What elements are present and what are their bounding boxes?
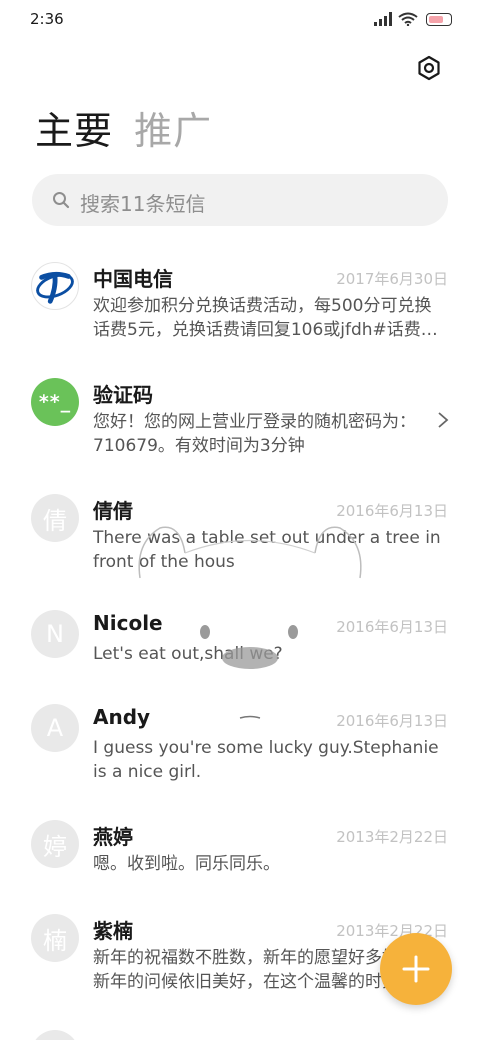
message-preview: 您好！您的网上营业厅登录的随机密码为：710679。有效时间为3分钟 <box>93 412 416 456</box>
message-item-partial[interactable] <box>0 1026 480 1040</box>
status-bar: 2:36 <box>0 0 480 40</box>
message-preview: I guess you're some lucky guy.Stephanie … <box>93 738 439 782</box>
message-preview: 欢迎参加积分兑换话费活动，每500分可兑换话费5元，兑换话费请回复106或jfd… <box>93 296 436 340</box>
china-telecom-logo-icon <box>36 271 74 304</box>
message-item[interactable]: **_ 验证码 您好！您的网上营业厅登录的随机密码为：710679。有效时间为3… <box>0 364 480 474</box>
message-item[interactable]: 倩 倩倩 2016年6月13日 There was a table set ou… <box>0 480 480 590</box>
new-message-button[interactable] <box>380 933 452 1005</box>
china-telecom-logo-avatar <box>31 262 79 310</box>
message-date: 2016年6月13日 <box>336 618 448 636</box>
avatar: A <box>31 704 79 752</box>
message-sender: 验证码 <box>93 383 153 407</box>
avatar <box>31 1030 79 1040</box>
tab-promotion[interactable]: 推广 <box>134 108 212 154</box>
avatar: 楠 <box>31 914 79 962</box>
message-date: 2016年6月13日 <box>336 502 448 520</box>
search-bar[interactable]: 搜索11条短信 <box>32 174 448 226</box>
settings-icon[interactable] <box>416 55 442 81</box>
search-icon <box>53 192 70 209</box>
message-sender: Andy <box>93 705 151 729</box>
message-preview: Let's eat out,shall we? <box>93 644 283 664</box>
avatar: 倩 <box>31 494 79 542</box>
avatar: N <box>31 610 79 658</box>
avatar: 婷 <box>31 820 79 868</box>
plus-icon <box>402 955 430 983</box>
message-item[interactable]: N Nicole 2016年6月13日 Let's eat out,shall … <box>0 596 480 686</box>
battery-icon <box>426 13 452 26</box>
status-icons <box>374 12 454 28</box>
message-item[interactable]: 中国电信 2017年6月30日 欢迎参加积分兑换话费活动，每500分可兑换话费5… <box>0 248 480 358</box>
message-sender: Nicole <box>93 611 163 635</box>
wifi-icon <box>398 12 418 26</box>
tab-bar: 主要 推广 <box>35 108 228 158</box>
message-date: 2013年2月22日 <box>336 828 448 846</box>
message-sender: 紫楠 <box>93 919 133 943</box>
message-date: 2016年6月13日 <box>336 712 448 730</box>
message-item[interactable]: A Andy 2016年6月13日 I guess you're some lu… <box>0 690 480 800</box>
message-date: 2017年6月30日 <box>336 270 448 288</box>
message-preview: 嗯。收到啦。同乐同乐。 <box>93 854 280 874</box>
message-preview: There was a table set out under a tree i… <box>93 528 441 572</box>
status-time: 2:36 <box>30 10 64 28</box>
message-sender: 燕婷 <box>93 825 133 849</box>
message-sender: 中国电信 <box>93 267 173 291</box>
message-sender: 倩倩 <box>93 499 133 523</box>
chevron-right-icon[interactable] <box>436 410 450 430</box>
signal-icon <box>374 12 392 26</box>
sms-app-screen: 2:36 主要 推广 搜索11条短信 中国电信 2017年6月30日 欢迎参加积… <box>0 0 480 1040</box>
message-item[interactable]: 婷 燕婷 2013年2月22日 嗯。收到啦。同乐同乐。 <box>0 806 480 896</box>
verification-code-avatar: **_ <box>31 378 79 426</box>
tab-primary[interactable]: 主要 <box>35 108 113 154</box>
battery-level <box>429 16 443 23</box>
search-input[interactable]: 搜索11条短信 <box>80 188 205 217</box>
